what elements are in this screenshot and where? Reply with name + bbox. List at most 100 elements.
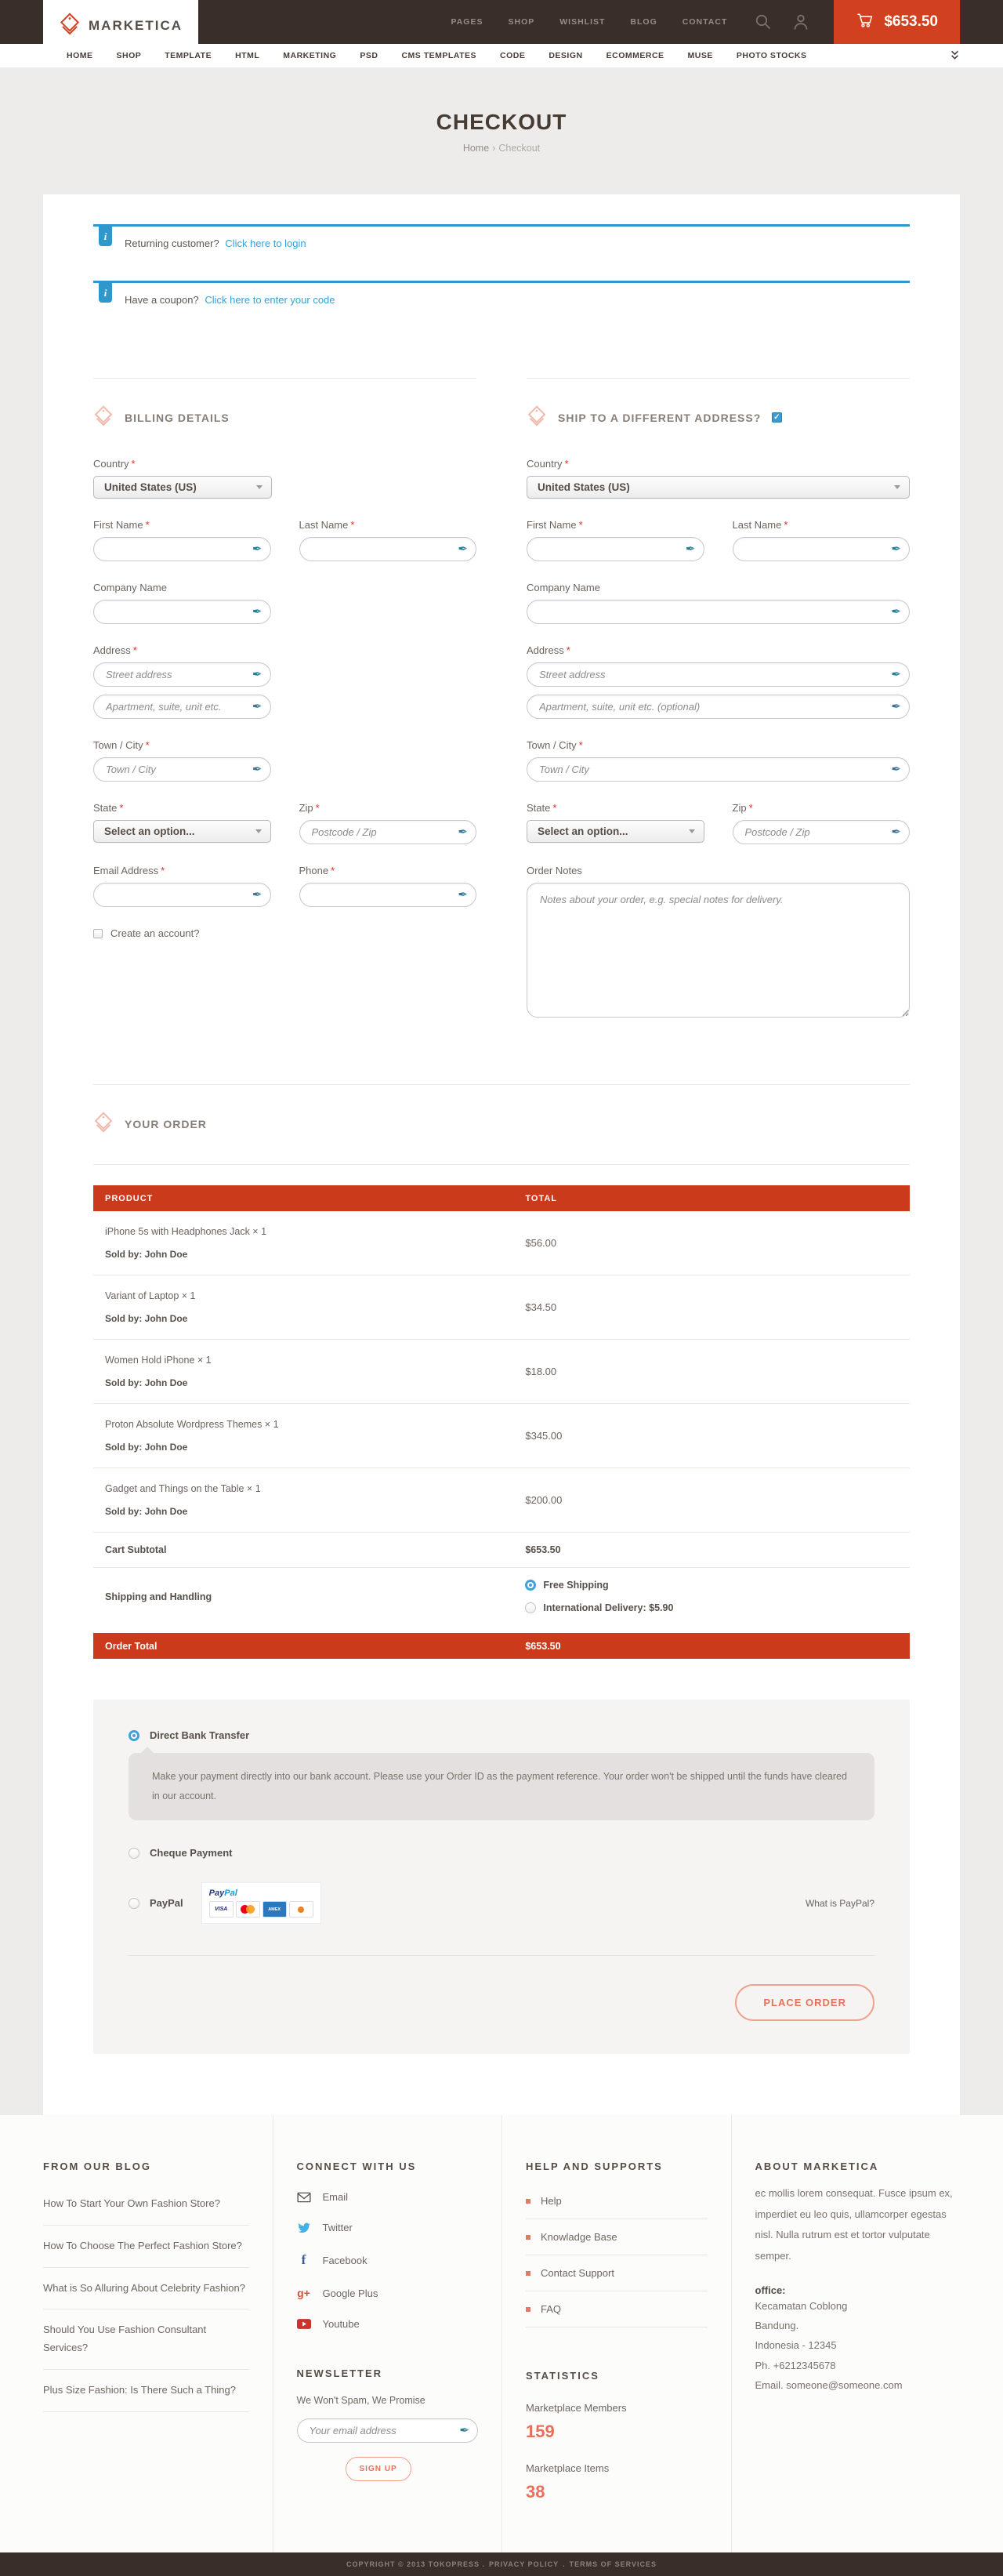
- logo[interactable]: MARKETICA: [43, 0, 198, 52]
- nav-shop[interactable]: SHOP: [117, 51, 142, 60]
- shipping-street-input[interactable]: [539, 669, 885, 680]
- newsletter-signup-button[interactable]: SIGN UP: [346, 2457, 411, 2481]
- address-line: Email. someone@someone.com: [755, 2375, 961, 2395]
- newsletter-email-input[interactable]: [310, 2425, 454, 2436]
- pen-icon: ✒: [891, 542, 901, 554]
- shipping-last-name-input[interactable]: [745, 543, 886, 555]
- product-seller: Sold by: John Doe: [105, 1313, 525, 1324]
- billing-company-input[interactable]: [106, 606, 247, 618]
- shipping-apartment-input[interactable]: [539, 701, 885, 713]
- shipping-state-select[interactable]: Select an option...: [527, 820, 704, 843]
- billing-zip-input[interactable]: [312, 826, 453, 838]
- social-link-twitter[interactable]: Twitter: [297, 2222, 479, 2233]
- cart-button[interactable]: $653.50: [834, 0, 960, 44]
- shipping-town-input[interactable]: [539, 764, 885, 775]
- billing-first-name-label: First Name: [93, 519, 143, 531]
- terms-link[interactable]: TERMS OF SERVICES: [570, 2560, 657, 2568]
- nav-psd[interactable]: PSD: [360, 51, 378, 60]
- order-item-row: Variant of Laptop × 1 Sold by: John Doe …: [93, 1275, 910, 1340]
- blog-post-link[interactable]: How To Start Your Own Fashion Store?: [43, 2183, 249, 2226]
- shipping-first-name-input[interactable]: [539, 543, 680, 555]
- billing-state-select[interactable]: Select an option...: [93, 820, 271, 843]
- nav-template[interactable]: TEMPLATE: [165, 51, 212, 60]
- blog-post-link[interactable]: Plus Size Fashion: Is There Such a Thing…: [43, 2370, 249, 2412]
- nav-muse[interactable]: MUSE: [688, 51, 713, 60]
- address-line: Indonesia - 12345: [755, 2335, 961, 2355]
- billing-apartment-input[interactable]: [106, 701, 247, 713]
- billing-phone-input[interactable]: [312, 889, 453, 901]
- help-link[interactable]: Help: [526, 2183, 708, 2219]
- nav-marketing[interactable]: MARKETING: [283, 51, 336, 60]
- square-bullet-icon: [526, 2199, 530, 2204]
- nav-html[interactable]: HTML: [235, 51, 259, 60]
- privacy-policy-link[interactable]: PRIVACY POLICY: [489, 2560, 559, 2568]
- breadcrumb-home[interactable]: Home: [463, 143, 489, 154]
- help-link[interactable]: FAQ: [526, 2291, 708, 2327]
- top-nav-contact[interactable]: CONTACT: [683, 17, 728, 27]
- bank-transfer-radio[interactable]: [129, 1730, 139, 1741]
- create-account-checkbox[interactable]: [93, 929, 103, 938]
- free-shipping-radio[interactable]: [525, 1580, 536, 1591]
- billing-email-input[interactable]: [106, 889, 247, 901]
- shipping-state-label: State: [527, 802, 550, 814]
- top-nav-shop[interactable]: SHOP: [508, 17, 534, 27]
- help-link[interactable]: Contact Support: [526, 2255, 708, 2291]
- order-notes-textarea[interactable]: [527, 883, 910, 1018]
- billing-street-input[interactable]: [106, 669, 247, 680]
- billing-town-input[interactable]: [106, 764, 247, 775]
- nav-expand-chevrons-icon[interactable]: [950, 49, 960, 63]
- nav-ecommerce[interactable]: ECOMMERCE: [607, 51, 664, 60]
- login-link[interactable]: Click here to login: [225, 238, 306, 249]
- social-link-google-plus[interactable]: g+ Google Plus: [297, 2287, 479, 2299]
- square-bullet-icon: [526, 2235, 530, 2240]
- login-notice-text: Returning customer?: [125, 238, 219, 249]
- nav-photo-stocks[interactable]: PHOTO STOCKS: [737, 51, 807, 60]
- stat-label: Marketplace Items: [526, 2462, 708, 2474]
- billing-country-select[interactable]: United States (US): [93, 476, 272, 499]
- billing-last-name-input[interactable]: [312, 543, 453, 555]
- required-asterisk: *: [749, 802, 753, 814]
- top-nav-pages[interactable]: PAGES: [451, 17, 483, 27]
- bank-transfer-description: Make your payment directly into our bank…: [129, 1753, 874, 1820]
- blog-post-link[interactable]: Should You Use Fashion Consultant Servic…: [43, 2309, 249, 2370]
- search-icon[interactable]: [754, 13, 773, 31]
- shipping-country-select[interactable]: United States (US): [527, 476, 910, 499]
- nav-cms-templates[interactable]: CMS TEMPLATES: [401, 51, 476, 60]
- international-delivery-radio[interactable]: [525, 1602, 536, 1613]
- product-seller: Sold by: John Doe: [105, 1377, 525, 1388]
- tag-stack-icon: [527, 405, 547, 430]
- paypal-radio[interactable]: [129, 1898, 139, 1909]
- nav-code[interactable]: CODE: [500, 51, 525, 60]
- shipping-zip-input[interactable]: [745, 826, 886, 838]
- what-is-paypal-link[interactable]: What is PayPal?: [806, 1898, 874, 1909]
- order-table: PRODUCT TOTAL iPhone 5s with Headphones …: [93, 1185, 910, 1659]
- logo-tag-icon: [59, 13, 81, 40]
- social-link-facebook[interactable]: f Facebook: [297, 2252, 479, 2268]
- nav-design[interactable]: DESIGN: [549, 51, 582, 60]
- payment-cards-image: PayPal VISA AMEX: [201, 1882, 321, 1924]
- blog-post-link[interactable]: How To Choose The Perfect Fashion Store?: [43, 2226, 249, 2268]
- shipping-company-input[interactable]: [539, 606, 885, 618]
- shipping-address-label: Address: [527, 644, 564, 656]
- social-link-email[interactable]: Email: [297, 2191, 479, 2203]
- coupon-link[interactable]: Click here to enter your code: [205, 294, 335, 306]
- billing-first-name-input[interactable]: [106, 543, 247, 555]
- cart-icon: [856, 11, 874, 33]
- top-nav-blog[interactable]: BLOG: [630, 17, 657, 27]
- footer-blog-column: FROM OUR BLOG How To Start Your Own Fash…: [43, 2115, 273, 2552]
- nav-home[interactable]: HOME: [67, 51, 93, 60]
- footer-connect-column: CONNECT WITH US Email Twitter f: [273, 2115, 502, 2552]
- place-order-button[interactable]: PLACE ORDER: [735, 1984, 874, 2021]
- help-link[interactable]: Knowladge Base: [526, 2219, 708, 2255]
- top-nav-wishlist[interactable]: WISHLIST: [559, 17, 605, 27]
- user-account-icon[interactable]: [791, 13, 810, 31]
- newsletter-title: NEWSLETTER: [297, 2367, 479, 2379]
- amex-card-icon: AMEX: [263, 1901, 287, 1917]
- blog-post-link[interactable]: What is So Alluring About Celebrity Fash…: [43, 2268, 249, 2310]
- social-link-youtube[interactable]: Youtube: [297, 2318, 479, 2330]
- payment-methods-box: Direct Bank Transfer Make your payment d…: [93, 1700, 910, 2054]
- chevron-down-icon: [255, 829, 262, 833]
- ship-different-checkbox[interactable]: ✓: [772, 412, 782, 423]
- cheque-payment-radio[interactable]: [129, 1848, 139, 1859]
- tag-stack-icon: [93, 405, 114, 430]
